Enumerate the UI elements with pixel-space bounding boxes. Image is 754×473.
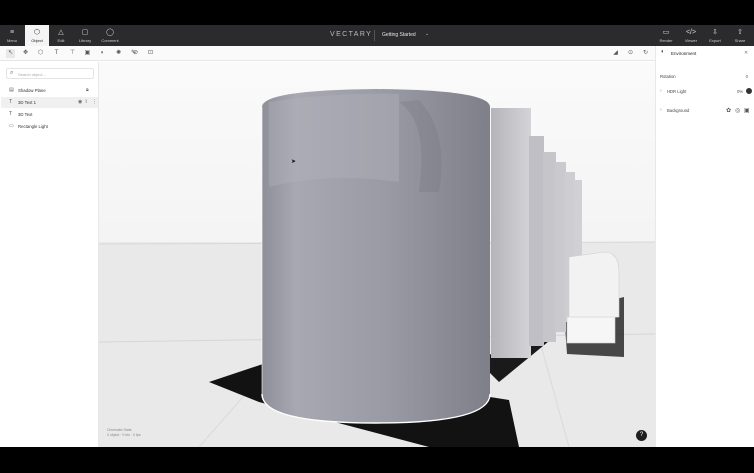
light-tool-icon[interactable]: ⊤ xyxy=(68,49,77,58)
comment-icon: ◯ xyxy=(106,28,114,36)
menu-button[interactable]: ≡ Menu xyxy=(0,25,24,46)
image-tool-icon[interactable]: ▣ xyxy=(83,49,92,58)
list-item[interactable]: T 3D Text xyxy=(1,109,98,120)
text-tool-icon[interactable]: T xyxy=(52,49,61,58)
close-icon[interactable]: ✕ xyxy=(744,50,748,56)
topbar-divider xyxy=(374,30,375,41)
tool-bar: ↖ ✥ ⬡ T ⊤ ▣ ◐ ✺ ✎ ⊘ ⊡ ◢ ⊙ ↻ xyxy=(0,46,754,61)
scene-render xyxy=(99,62,655,447)
render-button[interactable]: ▭ Render xyxy=(654,25,678,46)
viewer-button[interactable]: </> Viewer xyxy=(679,25,703,46)
rounded-block xyxy=(568,251,620,321)
add-object-icon[interactable]: ⬡ xyxy=(36,49,45,58)
select-tool-icon[interactable]: ↖ xyxy=(6,49,15,58)
environment-icon: ◐ xyxy=(661,49,665,55)
plane-icon: ▤ xyxy=(9,87,14,93)
text-object-icon: T xyxy=(9,111,13,117)
export-icon: ⇩ xyxy=(712,28,718,36)
top-bar: ≡ Menu ⬡ Object △ Edit ▢ Library ◯ Comme… xyxy=(0,25,754,46)
edit-triangle-icon: △ xyxy=(58,28,64,36)
environment-header[interactable]: ◐ Environment ✕ xyxy=(656,46,754,61)
export-button[interactable]: ⇩ Export xyxy=(703,25,727,46)
panel-title: Environment xyxy=(671,51,697,56)
code-icon: </> xyxy=(685,28,697,36)
object-name: Shadow Plane xyxy=(18,88,46,93)
edit-mode-button[interactable]: △ Edit xyxy=(49,25,73,46)
chevron-right-icon[interactable]: › xyxy=(660,107,662,113)
project-title[interactable]: Getting Started xyxy=(382,32,416,38)
letter-block xyxy=(543,152,556,342)
brand-logo: VECTARY xyxy=(330,31,373,38)
lock-icon[interactable]: 🔒︎ xyxy=(86,87,89,93)
scene-stats: Cinematic Stats 0 object · 0 tris · 0 fp… xyxy=(107,428,141,437)
menu-icon: ≡ xyxy=(9,28,15,36)
help-button[interactable]: ? xyxy=(636,430,647,441)
letter-block xyxy=(491,108,531,358)
mouse-cursor-icon: ➤ xyxy=(291,159,297,165)
library-icon: ▢ xyxy=(81,28,89,36)
letter-block xyxy=(555,162,566,332)
chevron-right-icon[interactable]: › xyxy=(660,88,662,94)
list-item[interactable]: ▭ Rectangle Light xyxy=(1,121,98,132)
render-icon: ▭ xyxy=(662,28,670,36)
chevron-down-icon[interactable]: ⌄ xyxy=(425,31,429,37)
image-icon[interactable]: ▣ xyxy=(744,107,750,114)
comment-button[interactable]: ◯ Comment xyxy=(98,25,122,46)
boolean-tool-icon[interactable]: ⊘ xyxy=(131,49,140,58)
object-name: 3D Text 1 xyxy=(18,100,37,105)
material-tool-icon[interactable]: ✺ xyxy=(114,49,123,58)
search-icon: ⌕ xyxy=(10,70,14,76)
share-icon: ⇧ xyxy=(737,28,743,36)
visibility-eye-icon[interactable]: ◉ xyxy=(78,99,82,105)
3d-viewport[interactable]: ➤ Cinematic Stats 0 object · 0 tris · 0 … xyxy=(99,62,655,447)
rotation-row: Rotation 0 xyxy=(660,74,748,79)
hdr-color-swatch[interactable] xyxy=(746,88,752,94)
cube-icon: ⬡ xyxy=(33,28,41,36)
link-icon[interactable]: ⌇ xyxy=(85,99,87,105)
text-object-icon: T xyxy=(9,99,13,105)
letter-block xyxy=(529,136,544,346)
snap-icon[interactable]: ⊙ xyxy=(626,49,635,58)
list-item[interactable]: ▤ Shadow Plane 🔒︎ xyxy=(1,85,98,96)
share-button[interactable]: ⇧ Share xyxy=(728,25,752,46)
paint-icon[interactable]: ◢ xyxy=(611,49,620,58)
more-options-icon[interactable]: ⋮ xyxy=(92,99,97,105)
measure-tool-icon[interactable]: ⊡ xyxy=(146,49,155,58)
vectary-app: ≡ Menu ⬡ Object △ Edit ▢ Library ◯ Comme… xyxy=(0,25,754,447)
rotate-icon[interactable]: ↻ xyxy=(641,49,650,58)
object-name: 3D Text xyxy=(18,112,33,117)
properties-panel: ◐ Environment ✕ Rotation 0 › HDR Light 0… xyxy=(655,46,754,447)
search-box[interactable]: ⌕ xyxy=(6,68,94,79)
color-wheel-icon[interactable]: ✿ xyxy=(726,107,731,114)
object-name: Rectangle Light xyxy=(18,124,48,129)
objects-panel: ⌕ ▤ Shadow Plane 🔒︎ T 3D Text 1 ◉ ⌇ ⋮ T … xyxy=(0,62,99,447)
camera-tool-icon[interactable]: ◐ xyxy=(98,49,107,58)
background-row[interactable]: › Background ✿ ◎ ▣ xyxy=(660,106,752,116)
hdr-light-row[interactable]: › HDR Light 0% xyxy=(660,87,752,97)
rotation-input[interactable]: 0 xyxy=(746,74,748,79)
move-tool-icon[interactable]: ✥ xyxy=(21,49,30,58)
library-button[interactable]: ▢ Library xyxy=(73,25,97,46)
hdr-value[interactable]: 0% xyxy=(737,89,743,94)
search-input[interactable] xyxy=(18,70,92,78)
object-mode-button[interactable]: ⬡ Object xyxy=(25,25,49,46)
list-item[interactable]: T 3D Text 1 ◉ ⌇ ⋮ xyxy=(1,97,98,108)
gradient-icon[interactable]: ◎ xyxy=(735,107,740,114)
rect-light-icon: ▭ xyxy=(9,123,14,129)
